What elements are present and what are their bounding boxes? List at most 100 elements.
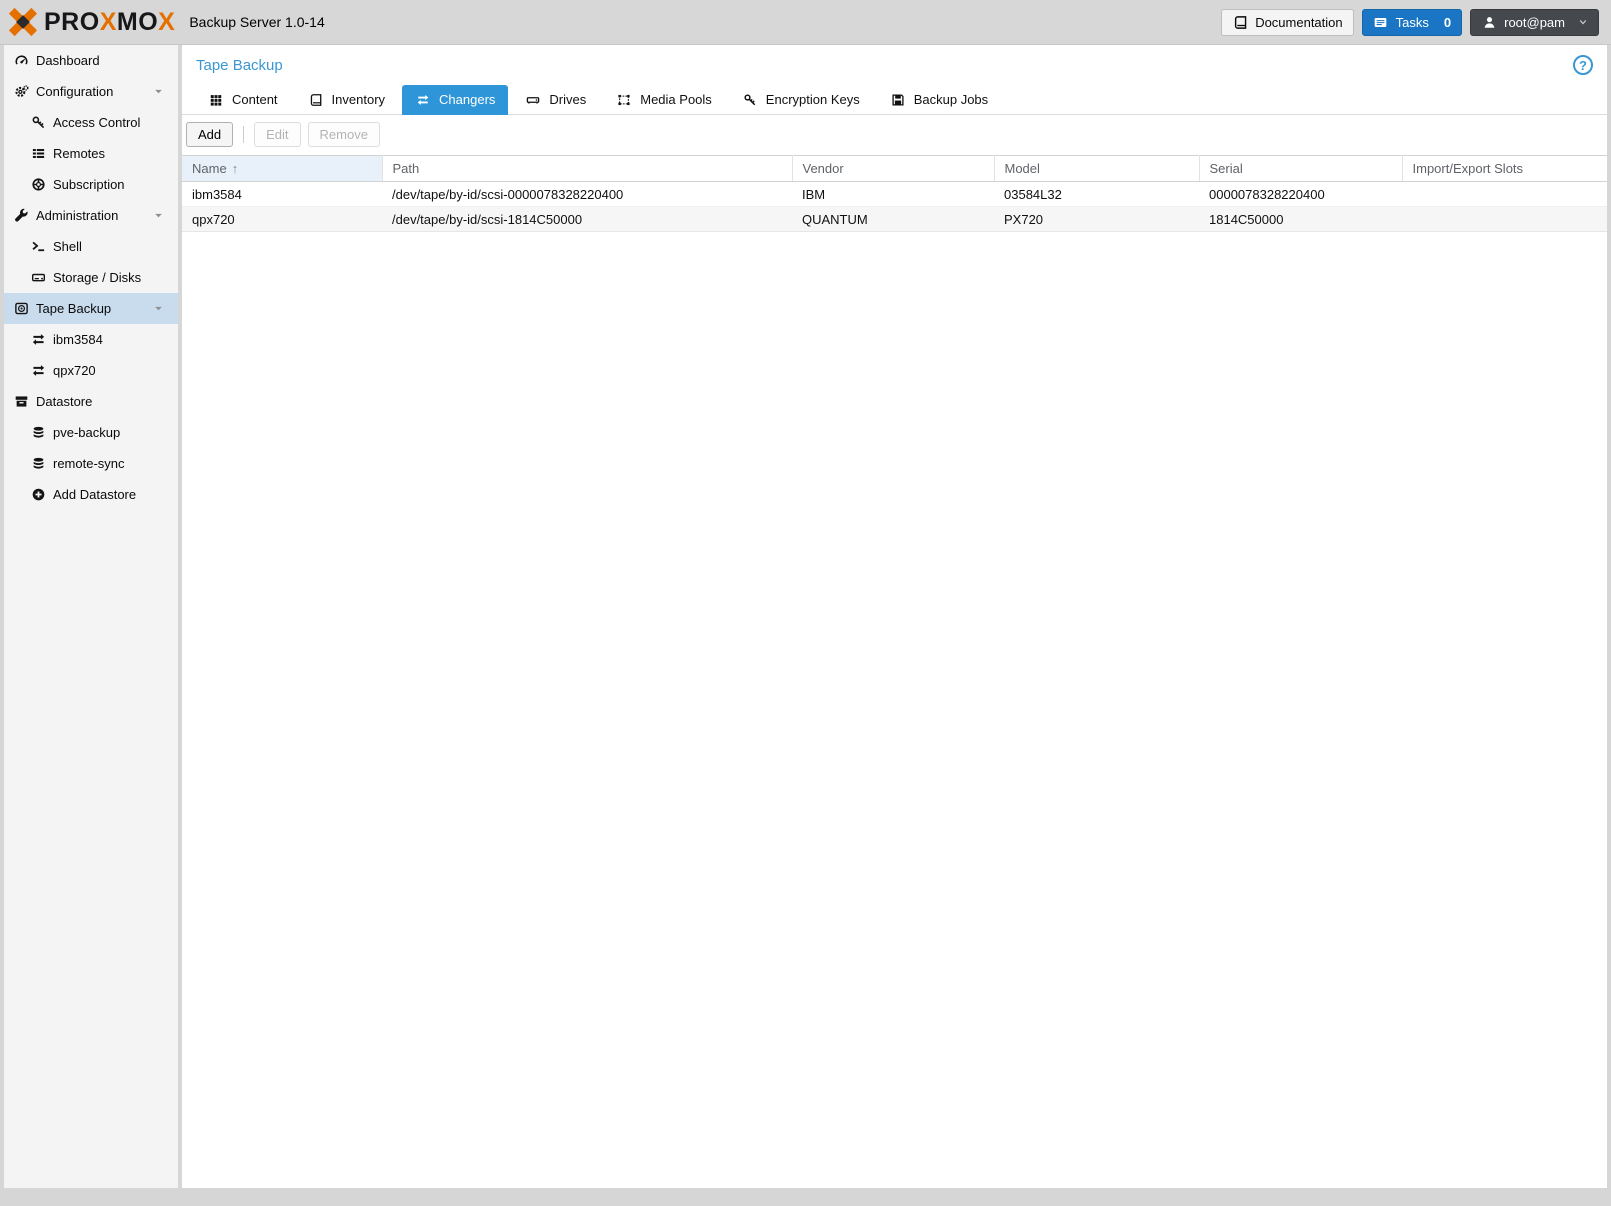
object-group-icon — [616, 92, 632, 108]
tab-changers[interactable]: Changers — [402, 85, 508, 115]
dashboard-icon — [13, 53, 29, 69]
table-row-qpx720[interactable]: qpx720/dev/tape/by-id/scsi-1814C50000QUA… — [182, 207, 1607, 232]
tape-icon — [13, 301, 29, 317]
sidebar-item-pve-backup[interactable]: pve-backup — [4, 417, 178, 448]
cell-slots[interactable] — [1402, 182, 1607, 207]
user-menu-button[interactable]: root@pam — [1470, 9, 1599, 36]
cell-slots[interactable] — [1402, 207, 1607, 232]
help-button[interactable]: ? — [1573, 55, 1593, 75]
sidebar: Dashboard Configuration Access ControlRemo… — [4, 45, 178, 1188]
tab-media-pools[interactable]: Media Pools — [603, 85, 725, 115]
sidebar-item-administration[interactable]: Administration — [4, 200, 178, 231]
cell-model[interactable]: 03584L32 — [994, 182, 1199, 207]
chevron-down-icon[interactable] — [152, 210, 164, 222]
column-header-name[interactable]: Name↑ — [182, 156, 382, 182]
sidebar-item-label: ibm3584 — [53, 332, 103, 347]
user-label: root@pam — [1504, 15, 1565, 30]
column-header-import-export-slots[interactable]: Import/Export Slots — [1402, 156, 1607, 182]
column-header-label: Serial — [1210, 161, 1243, 176]
column-header-model[interactable]: Model — [994, 156, 1199, 182]
database-icon — [30, 425, 46, 441]
cell-name[interactable]: ibm3584 — [182, 182, 382, 207]
sidebar-item-tape-backup[interactable]: Tape Backup — [4, 293, 178, 324]
tab-content[interactable]: Content — [195, 85, 291, 115]
sidebar-item-datastore[interactable]: Datastore — [4, 386, 178, 417]
column-header-label: Name — [192, 161, 227, 176]
sidebar-item-remote-sync[interactable]: remote-sync — [4, 448, 178, 479]
key-icon — [742, 92, 758, 108]
sidebar-item-add-datastore[interactable]: Add Datastore — [4, 479, 178, 510]
tab-drives[interactable]: Drives — [512, 85, 599, 115]
sidebar-item-qpx720[interactable]: qpx720 — [4, 355, 178, 386]
sidebar-item-shell[interactable]: Shell — [4, 231, 178, 262]
edit-button[interactable]: Edit — [254, 122, 300, 147]
database-icon — [30, 456, 46, 472]
sidebar-item-storage-disks[interactable]: Storage / Disks — [4, 262, 178, 293]
tab-backup-jobs[interactable]: Backup Jobs — [877, 85, 1001, 115]
proxmox-logo[interactable]: PROXMOX — [8, 7, 175, 37]
main-layout: DashboardConfigurationAccess ControlRemo… — [0, 45, 1611, 1206]
sidebar-item-label: Dashboard — [36, 53, 100, 68]
tab-inventory[interactable]: Inventory — [295, 85, 398, 115]
column-header-serial[interactable]: Serial — [1199, 156, 1402, 182]
documentation-button[interactable]: Documentation — [1221, 9, 1353, 36]
tab-bar: Content Inventory Changers Drives Media Pool… — [182, 85, 1607, 115]
proxmox-x-logo-icon — [8, 7, 38, 37]
column-header-path[interactable]: Path — [382, 156, 792, 182]
book-icon — [308, 92, 324, 108]
table-row-ibm3584[interactable]: ibm3584/dev/tape/by-id/scsi-000007832822… — [182, 182, 1607, 207]
sidebar-item-access-control[interactable]: Access Control — [4, 107, 178, 138]
tab-encryption-keys[interactable]: Encryption Keys — [729, 85, 873, 115]
sidebar-item-ibm3584[interactable]: ibm3584 — [4, 324, 178, 355]
tab-label: Content — [232, 92, 278, 107]
proxmox-wordmark: PROXMOX — [44, 8, 175, 37]
chevron-down-icon[interactable] — [152, 86, 164, 98]
cell-path[interactable]: /dev/tape/by-id/scsi-0000078328220400 — [382, 182, 792, 207]
tab-label: Drives — [549, 92, 586, 107]
product-title: Backup Server 1.0-14 — [189, 14, 324, 30]
cell-serial[interactable]: 0000078328220400 — [1199, 182, 1402, 207]
sidebar-item-label: Subscription — [53, 177, 125, 192]
changers-table: Name↑ Path VendorModel Serial Import/Export … — [182, 155, 1607, 232]
tasks-button[interactable]: Tasks 0 — [1362, 9, 1462, 36]
column-header-vendor[interactable]: Vendor — [792, 156, 994, 182]
sidebar-item-subscription[interactable]: Subscription — [4, 169, 178, 200]
tasks-icon — [1373, 14, 1389, 30]
book-icon — [1232, 14, 1248, 30]
sidebar-item-label: Shell — [53, 239, 82, 254]
sidebar-item-configuration[interactable]: Configuration — [4, 76, 178, 107]
cell-serial[interactable]: 1814C50000 — [1199, 207, 1402, 232]
exchange-icon — [30, 332, 46, 348]
cell-path[interactable]: /dev/tape/by-id/scsi-1814C50000 — [382, 207, 792, 232]
support-icon — [30, 177, 46, 193]
cell-model[interactable]: PX720 — [994, 207, 1199, 232]
sidebar-item-remotes[interactable]: Remotes — [4, 138, 178, 169]
tasks-label: Tasks — [1396, 15, 1429, 30]
toolbar: Add Edit Remove — [182, 115, 1607, 155]
add-button[interactable]: Add — [186, 122, 233, 147]
tab-label: Changers — [439, 92, 495, 107]
top-actions: Documentation Tasks 0 root@pam — [1221, 9, 1603, 36]
archive-icon — [13, 394, 29, 410]
sidebar-item-label: remote-sync — [53, 456, 125, 471]
sidebar-item-label: qpx720 — [53, 363, 96, 378]
chevron-down-icon — [1578, 17, 1588, 27]
tab-label: Inventory — [332, 92, 385, 107]
chevron-down-icon[interactable] — [152, 303, 164, 315]
sidebar-item-dashboard[interactable]: Dashboard — [4, 45, 178, 76]
wrench-icon — [13, 208, 29, 224]
sidebar-item-label: Administration — [36, 208, 118, 223]
sidebar-item-label: Configuration — [36, 84, 113, 99]
content-title-row: Tape Backup ? — [182, 45, 1607, 85]
content-panel: Tape Backup ? Content Inventory Changers Dr… — [182, 45, 1607, 1188]
tab-label: Backup Jobs — [914, 92, 988, 107]
tab-label: Encryption Keys — [766, 92, 860, 107]
user-icon — [1481, 14, 1497, 30]
sidebar-item-label: pve-backup — [53, 425, 120, 440]
disks-icon — [30, 270, 46, 286]
remove-button[interactable]: Remove — [308, 122, 380, 147]
cell-vendor[interactable]: IBM — [792, 182, 994, 207]
cell-vendor[interactable]: QUANTUM — [792, 207, 994, 232]
column-header-label: Path — [393, 161, 420, 176]
cell-name[interactable]: qpx720 — [182, 207, 382, 232]
